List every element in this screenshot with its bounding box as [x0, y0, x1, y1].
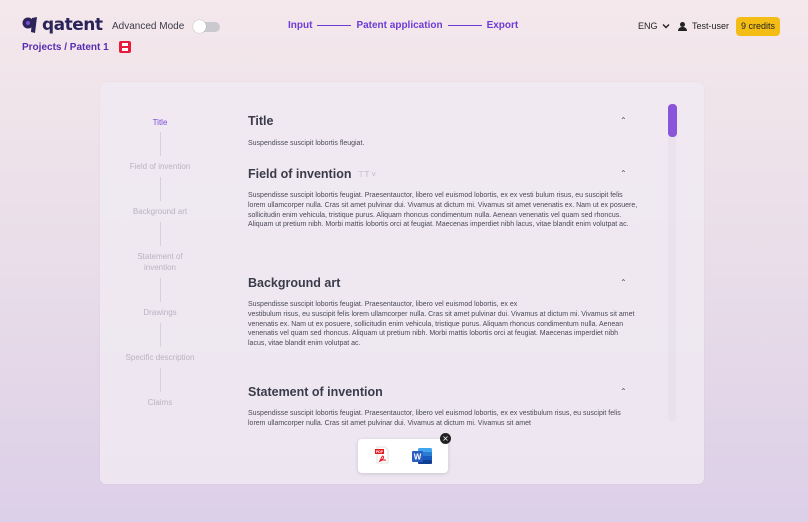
- pdf-icon-label: PDF: [376, 450, 384, 454]
- language-selector[interactable]: ENG: [638, 21, 670, 31]
- scrollbar-track[interactable]: [668, 104, 676, 422]
- toc-item-statement-of-invention[interactable]: Statement of invention: [100, 251, 220, 273]
- section-body-rest: vestibulum risus, eu suscipit felis lore…: [248, 310, 635, 348]
- section-body[interactable]: Suspendisse suscipit lobortis feugiat. P…: [248, 191, 638, 230]
- step-connector: [317, 25, 352, 26]
- collapse-icon[interactable]: ⌃: [620, 169, 627, 178]
- advanced-mode: Advanced Mode: [112, 19, 221, 33]
- section-title: Title ⌃ Suspendisse suscipit lobortis fl…: [248, 114, 638, 149]
- user-icon: [678, 21, 687, 31]
- toc-item-field-of-invention[interactable]: Field of invention: [100, 161, 220, 172]
- toc-item-title[interactable]: Title: [100, 117, 220, 128]
- collapse-icon[interactable]: ⌃: [620, 387, 627, 396]
- toc-item-drawings[interactable]: Drawings: [100, 307, 220, 318]
- breadcrumb-text[interactable]: Projects / Patent 1: [22, 42, 109, 53]
- toc-connector: [160, 278, 161, 302]
- export-popup: PDF W: [358, 439, 448, 473]
- credits-badge[interactable]: 9 credits: [736, 17, 781, 36]
- step-export[interactable]: Export: [487, 20, 519, 31]
- pdf-icon[interactable]: PDF: [374, 446, 390, 465]
- toc-item-specific-description[interactable]: Specific description: [100, 352, 220, 363]
- toggle-knob: [193, 19, 207, 33]
- section-body[interactable]: Suspendisse suscipit lobortis fleugiat.: [248, 139, 638, 149]
- language-value: ENG: [638, 21, 658, 31]
- advanced-mode-label: Advanced Mode: [112, 21, 185, 32]
- close-icon[interactable]: ×: [440, 433, 451, 444]
- toc-connector: [160, 132, 161, 156]
- step-indicator: Input Patent application Export: [288, 20, 518, 31]
- save-icon[interactable]: [118, 41, 131, 53]
- collapse-icon[interactable]: ⌃: [620, 116, 627, 125]
- chevron-down-icon: [662, 24, 670, 29]
- step-patent-application[interactable]: Patent application: [356, 20, 442, 31]
- section-statement-of-invention: Statement of invention ⌃ Suspendisse sus…: [248, 385, 638, 429]
- section-heading: Field of invention: [248, 167, 352, 181]
- section-heading: Background art: [248, 276, 341, 290]
- section-heading: Title: [248, 114, 274, 128]
- word-icon[interactable]: W: [412, 447, 433, 465]
- word-icon-label: W: [414, 453, 422, 462]
- toc-item-claims[interactable]: Claims: [100, 397, 220, 408]
- toc-connector: [160, 177, 161, 201]
- logo[interactable]: qatent: [22, 15, 103, 35]
- section-heading: Statement of invention: [248, 385, 383, 399]
- toc-connector: [160, 222, 161, 246]
- step-connector: [447, 25, 482, 26]
- logo-text: qatent: [42, 15, 103, 35]
- breadcrumb: Projects / Patent 1: [22, 41, 131, 53]
- text-format-icon[interactable]: ⊤T ˅: [357, 170, 376, 179]
- toc-connector: [160, 368, 161, 392]
- step-input[interactable]: Input: [288, 20, 312, 31]
- toc-item-background-art[interactable]: Background art: [100, 206, 220, 217]
- section-background-art: Background art ⌃ Suspendisse suscipit lo…: [248, 276, 638, 349]
- advanced-mode-toggle[interactable]: [193, 19, 221, 33]
- toc-connector: [160, 323, 161, 347]
- section-body-line: Suspendisse suscipit lobortis feugiat. P…: [248, 301, 518, 308]
- section-body[interactable]: Suspendisse suscipit lobortis feugiat. P…: [248, 300, 638, 349]
- collapse-icon[interactable]: ⌃: [620, 278, 627, 287]
- user-name: Test-user: [692, 21, 730, 31]
- section-field-of-invention: Field of invention ⊤T ˅ ⌃ Suspendisse su…: [248, 167, 638, 230]
- logo-mark-icon: [22, 17, 37, 33]
- scrollbar-thumb[interactable]: [668, 104, 677, 137]
- section-body[interactable]: Suspendisse suscipit lobortis feugiat. P…: [248, 409, 638, 429]
- editor-card: Title Field of invention Background art …: [100, 82, 704, 484]
- user-menu[interactable]: Test-user: [678, 21, 729, 31]
